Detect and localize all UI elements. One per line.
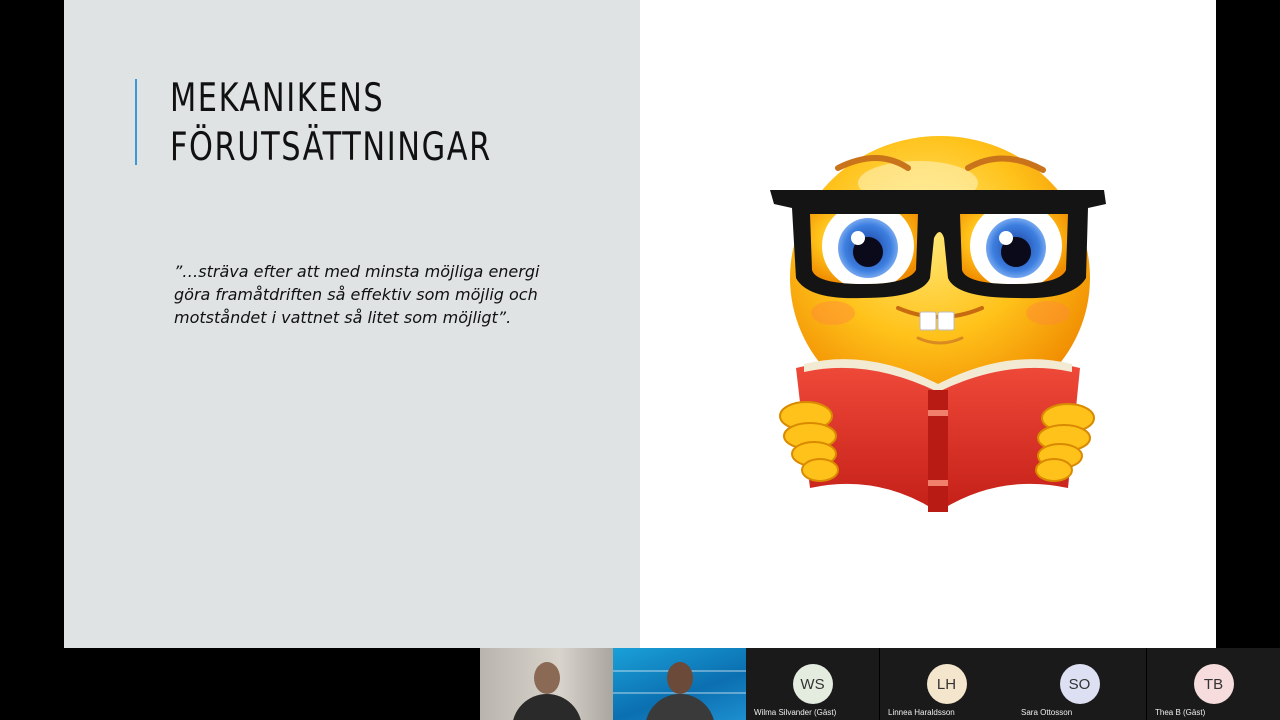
- presentation-slide: MEKANIKENS FÖRUTSÄTTNINGAR ”…sträva efte…: [64, 0, 1216, 648]
- participant-name: Thea B (Gäst): [1155, 708, 1206, 717]
- quote-line2: göra framåtdriften så effektiv som möjli…: [174, 285, 538, 304]
- participant-head: [533, 662, 560, 694]
- participant-tile-ws[interactable]: WS Wilma Silvander (Gäst): [746, 648, 879, 720]
- participant-avatar: TB: [1193, 664, 1234, 704]
- participant-tile-tb[interactable]: TB Thea B (Gäst): [1147, 648, 1280, 720]
- nerd-emoji-reading-icon: [770, 136, 1106, 512]
- title-accent-bar: [135, 79, 137, 165]
- participant-body: [511, 694, 582, 720]
- participant-avatar: SO: [1059, 664, 1100, 704]
- participant-head: [666, 662, 693, 694]
- participant-video-tile-1[interactable]: [480, 648, 613, 720]
- slide-title-line2: FÖRUTSÄTTNINGAR: [170, 125, 492, 170]
- participant-body: [644, 694, 715, 720]
- slide-right-panel: [640, 0, 1216, 648]
- participant-avatar: WS: [792, 664, 833, 704]
- participant-name: Wilma Silvander (Gäst): [754, 708, 837, 717]
- participant-name: Linnea Haraldsson: [888, 708, 955, 717]
- quote-line1: ”…sträva efter att med minsta möjliga en…: [174, 262, 540, 281]
- quote-line3: motståndet i vattnet så litet som möjlig…: [174, 308, 512, 327]
- participant-tile-lh[interactable]: LH Linnea Haraldsson: [880, 648, 1013, 720]
- participant-tile-so[interactable]: SO Sara Ottosson: [1013, 648, 1146, 720]
- participant-video-tile-2[interactable]: [613, 648, 746, 720]
- slide-left-panel: MEKANIKENS FÖRUTSÄTTNINGAR ”…sträva efte…: [64, 0, 640, 648]
- slide-title-line1: MEKANIKENS: [170, 76, 385, 121]
- participant-avatar: LH: [926, 664, 967, 704]
- participant-name: Sara Ottosson: [1021, 708, 1073, 717]
- slide-quote: ”…sträva efter att med minsta möjliga en…: [174, 260, 594, 329]
- slide-title: MEKANIKENS FÖRUTSÄTTNINGAR: [170, 74, 513, 172]
